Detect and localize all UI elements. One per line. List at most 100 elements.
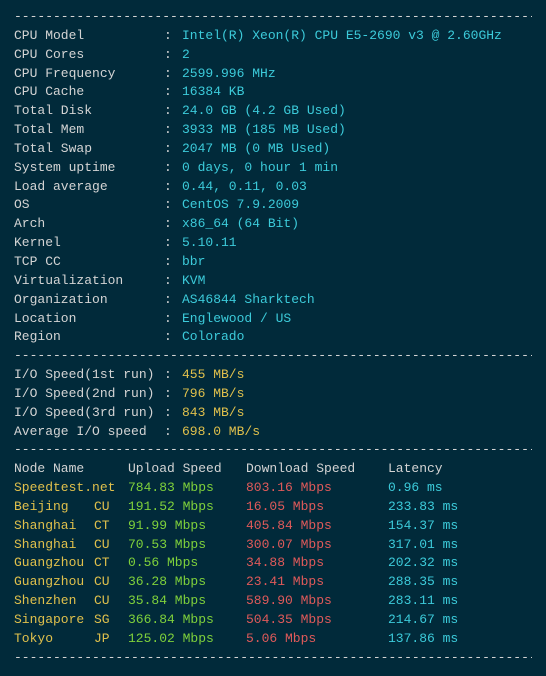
st-upload: 125.02 Mbps — [128, 630, 246, 649]
io-label: I/O Speed(3rd run) — [14, 404, 164, 423]
colon: : — [164, 46, 182, 65]
sys-value: x86_64 (64 Bit) — [182, 216, 299, 231]
system-row: TCP CC: bbr — [14, 253, 532, 272]
col-download: Download Speed — [246, 460, 388, 479]
st-latency: 283.11 ms — [388, 592, 458, 611]
io-row: I/O Speed(1st run): 455 MB/s — [14, 366, 532, 385]
st-download: 589.90 Mbps — [246, 592, 388, 611]
sys-value: 0.44, 0.11, 0.03 — [182, 179, 307, 194]
io-row: Average I/O speed: 698.0 MB/s — [14, 423, 532, 442]
speedtest-row: ShenzhenCU35.84 Mbps589.90 Mbps283.11 ms — [14, 592, 532, 611]
speedtest-row: GuangzhouCU36.28 Mbps23.41 Mbps288.35 ms — [14, 573, 532, 592]
st-loc: SG — [94, 611, 128, 630]
sys-value: 3933 MB (185 MB Used) — [182, 122, 346, 137]
sys-value: 5.10.11 — [182, 235, 237, 250]
colon: : — [164, 102, 182, 121]
st-download: 23.41 Mbps — [246, 573, 388, 592]
sys-value: 2 — [182, 47, 190, 62]
st-latency: 137.86 ms — [388, 630, 458, 649]
system-row: System uptime: 0 days, 0 hour 1 min — [14, 159, 532, 178]
st-latency: 202.32 ms — [388, 554, 458, 573]
io-label: Average I/O speed — [14, 423, 164, 442]
st-node: Singapore — [14, 611, 94, 630]
system-row: Region: Colorado — [14, 328, 532, 347]
sys-value: Intel(R) Xeon(R) CPU E5-2690 v3 @ 2.60GH… — [182, 28, 502, 43]
sys-value: 24.0 GB (4.2 GB Used) — [182, 103, 346, 118]
st-latency: 288.35 ms — [388, 573, 458, 592]
st-loc: CU — [94, 573, 128, 592]
io-value: 843 MB/s — [182, 405, 244, 420]
sys-value: Colorado — [182, 329, 244, 344]
io-value: 796 MB/s — [182, 386, 244, 401]
colon: : — [164, 215, 182, 234]
sys-value: 0 days, 0 hour 1 min — [182, 160, 338, 175]
sys-label: OS — [14, 196, 164, 215]
system-row: Total Disk: 24.0 GB (4.2 GB Used) — [14, 102, 532, 121]
sys-label: Region — [14, 328, 164, 347]
sys-label: CPU Cores — [14, 46, 164, 65]
system-info-block: CPU Model: Intel(R) Xeon(R) CPU E5-2690 … — [14, 27, 532, 347]
speedtest-row: Speedtest.net784.83 Mbps803.16 Mbps0.96 … — [14, 479, 532, 498]
divider-bottom: ----------------------------------------… — [14, 649, 532, 668]
st-download: 405.84 Mbps — [246, 517, 388, 536]
st-upload: 191.52 Mbps — [128, 498, 246, 517]
st-upload: 366.84 Mbps — [128, 611, 246, 630]
divider-top: ----------------------------------------… — [14, 8, 532, 27]
sys-value: KVM — [182, 273, 205, 288]
colon: : — [164, 385, 182, 404]
st-node: Speedtest.net — [14, 479, 128, 498]
io-row: I/O Speed(3rd run): 843 MB/s — [14, 404, 532, 423]
sys-label: Total Mem — [14, 121, 164, 140]
st-latency: 214.67 ms — [388, 611, 458, 630]
st-download: 5.06 Mbps — [246, 630, 388, 649]
st-loc: CU — [94, 498, 128, 517]
st-latency: 0.96 ms — [388, 479, 443, 498]
st-node: Beijing — [14, 498, 94, 517]
st-download: 803.16 Mbps — [246, 479, 388, 498]
system-row: Location: Englewood / US — [14, 310, 532, 329]
sys-label: Kernel — [14, 234, 164, 253]
system-row: Arch: x86_64 (64 Bit) — [14, 215, 532, 234]
system-row: Load average: 0.44, 0.11, 0.03 — [14, 178, 532, 197]
sys-label: CPU Cache — [14, 83, 164, 102]
st-upload: 35.84 Mbps — [128, 592, 246, 611]
st-loc: CT — [94, 554, 128, 573]
sys-label: System uptime — [14, 159, 164, 178]
sys-value: 2047 MB (0 MB Used) — [182, 141, 330, 156]
colon: : — [164, 328, 182, 347]
colon: : — [164, 291, 182, 310]
sys-label: CPU Model — [14, 27, 164, 46]
divider-mid1: ----------------------------------------… — [14, 347, 532, 366]
st-upload: 70.53 Mbps — [128, 536, 246, 555]
st-node: Guangzhou — [14, 573, 94, 592]
sys-label: Virtualization — [14, 272, 164, 291]
st-node: Shanghai — [14, 517, 94, 536]
col-upload: Upload Speed — [128, 460, 246, 479]
system-row: Virtualization: KVM — [14, 272, 532, 291]
io-speed-block: I/O Speed(1st run): 455 MB/sI/O Speed(2n… — [14, 366, 532, 441]
io-row: I/O Speed(2nd run): 796 MB/s — [14, 385, 532, 404]
io-value: 455 MB/s — [182, 367, 244, 382]
st-upload: 784.83 Mbps — [128, 479, 246, 498]
st-loc: JP — [94, 630, 128, 649]
colon: : — [164, 121, 182, 140]
st-latency: 317.01 ms — [388, 536, 458, 555]
sys-value: 16384 KB — [182, 84, 244, 99]
speedtest-row: SingaporeSG366.84 Mbps504.35 Mbps214.67 … — [14, 611, 532, 630]
sys-label: CPU Frequency — [14, 65, 164, 84]
speedtest-row: BeijingCU191.52 Mbps16.05 Mbps233.83 ms — [14, 498, 532, 517]
speedtest-row: ShanghaiCU70.53 Mbps300.07 Mbps317.01 ms — [14, 536, 532, 555]
st-node: Shenzhen — [14, 592, 94, 611]
colon: : — [164, 196, 182, 215]
st-upload: 91.99 Mbps — [128, 517, 246, 536]
divider-mid2: ----------------------------------------… — [14, 441, 532, 460]
st-loc: CT — [94, 517, 128, 536]
st-latency: 233.83 ms — [388, 498, 458, 517]
speedtest-results: Speedtest.net784.83 Mbps803.16 Mbps0.96 … — [14, 479, 532, 649]
colon: : — [164, 178, 182, 197]
sys-value: bbr — [182, 254, 205, 269]
io-value: 698.0 MB/s — [182, 424, 260, 439]
system-row: Organization: AS46844 Sharktech — [14, 291, 532, 310]
io-label: I/O Speed(2nd run) — [14, 385, 164, 404]
sys-label: Total Swap — [14, 140, 164, 159]
